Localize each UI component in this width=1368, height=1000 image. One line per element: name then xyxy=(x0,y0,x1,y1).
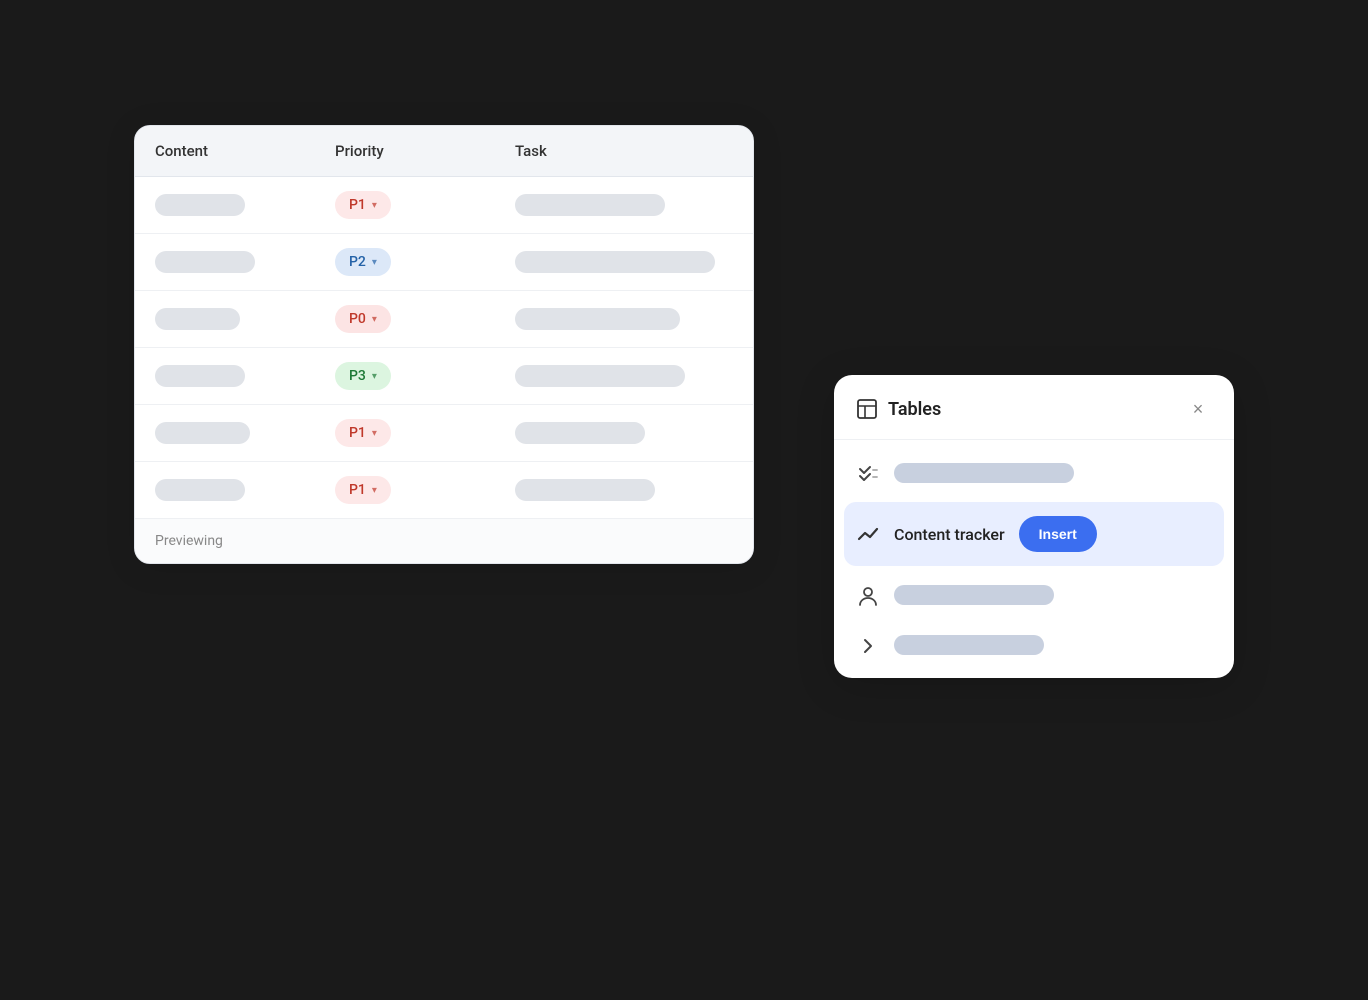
insert-button[interactable]: Insert xyxy=(1019,516,1097,552)
content-pill xyxy=(155,308,240,330)
popup-item-content-tracker[interactable]: Content tracker Insert xyxy=(844,502,1224,566)
close-button[interactable]: × xyxy=(1184,395,1212,423)
content-pill xyxy=(155,479,245,501)
content-tracker-label: Content tracker xyxy=(894,525,1005,544)
checklist-icon xyxy=(856,462,880,484)
priority-badge-p1[interactable]: P1 ▾ xyxy=(335,191,391,219)
col-content: Content xyxy=(135,126,315,176)
task-cell xyxy=(495,180,753,230)
table-row: P1 ▾ xyxy=(135,462,753,518)
priority-cell: P1 ▾ xyxy=(315,462,495,518)
priority-badge-p0[interactable]: P0 ▾ xyxy=(335,305,391,333)
popup-list: Content tracker Insert xyxy=(834,440,1234,678)
tables-icon xyxy=(856,398,878,420)
table-panel: Content Priority Task P1 ▾ xyxy=(134,125,754,564)
table-body: P1 ▾ P2 ▾ xyxy=(135,177,753,518)
task-pill xyxy=(515,308,680,330)
popup-item-arrow[interactable] xyxy=(834,621,1234,670)
table-row: P1 ▾ xyxy=(135,405,753,462)
table-header: Content Priority Task xyxy=(135,126,753,177)
tables-popup: Tables × xyxy=(834,375,1234,678)
trending-icon xyxy=(856,523,880,545)
task-pill xyxy=(515,251,715,273)
priority-badge-p1[interactable]: P1 ▾ xyxy=(335,476,391,504)
chevron-right-icon xyxy=(856,635,880,656)
checklist-pill-row xyxy=(894,463,1074,483)
chevron-down-icon: ▾ xyxy=(372,314,377,325)
person-icon xyxy=(856,584,880,606)
popup-header: Tables × xyxy=(834,375,1234,440)
table-footer: Previewing xyxy=(135,518,753,563)
person-pill-row xyxy=(894,585,1054,605)
content-cell xyxy=(135,465,315,515)
task-cell xyxy=(495,237,753,287)
task-pill xyxy=(515,422,645,444)
priority-badge-p3[interactable]: P3 ▾ xyxy=(335,362,391,390)
col-priority: Priority xyxy=(315,126,495,176)
priority-badge-p1[interactable]: P1 ▾ xyxy=(335,419,391,447)
priority-cell: P1 ▾ xyxy=(315,177,495,233)
task-pill xyxy=(515,194,665,216)
task-cell xyxy=(495,351,753,401)
priority-cell: P3 ▾ xyxy=(315,348,495,404)
task-cell xyxy=(495,408,753,458)
task-pill xyxy=(515,365,685,387)
popup-title-row: Tables xyxy=(856,398,941,420)
priority-badge-p2[interactable]: P2 ▾ xyxy=(335,248,391,276)
table-row: P0 ▾ xyxy=(135,291,753,348)
item-pill xyxy=(894,635,1044,655)
item-pill xyxy=(894,463,1074,483)
arrow-pill-row xyxy=(894,635,1044,655)
content-cell xyxy=(135,237,315,287)
content-cell xyxy=(135,351,315,401)
content-pill xyxy=(155,365,245,387)
table-row: P1 ▾ xyxy=(135,177,753,234)
popup-title: Tables xyxy=(888,399,941,420)
task-pill xyxy=(515,479,655,501)
content-cell xyxy=(135,408,315,458)
popup-item-checklist[interactable] xyxy=(834,448,1234,498)
priority-cell: P0 ▾ xyxy=(315,291,495,347)
chevron-down-icon: ▾ xyxy=(372,371,377,382)
col-task: Task xyxy=(495,126,753,176)
chevron-down-icon: ▾ xyxy=(372,428,377,439)
priority-cell: P2 ▾ xyxy=(315,234,495,290)
chevron-down-icon: ▾ xyxy=(372,257,377,268)
content-pill xyxy=(155,422,250,444)
content-pill xyxy=(155,194,245,216)
item-pill xyxy=(894,585,1054,605)
priority-cell: P1 ▾ xyxy=(315,405,495,461)
task-cell xyxy=(495,294,753,344)
table-row: P2 ▾ xyxy=(135,234,753,291)
table-row: P3 ▾ xyxy=(135,348,753,405)
content-cell xyxy=(135,294,315,344)
content-cell xyxy=(135,180,315,230)
task-cell xyxy=(495,465,753,515)
chevron-down-icon: ▾ xyxy=(372,200,377,211)
chevron-down-icon: ▾ xyxy=(372,485,377,496)
content-pill xyxy=(155,251,255,273)
popup-item-person[interactable] xyxy=(834,570,1234,620)
